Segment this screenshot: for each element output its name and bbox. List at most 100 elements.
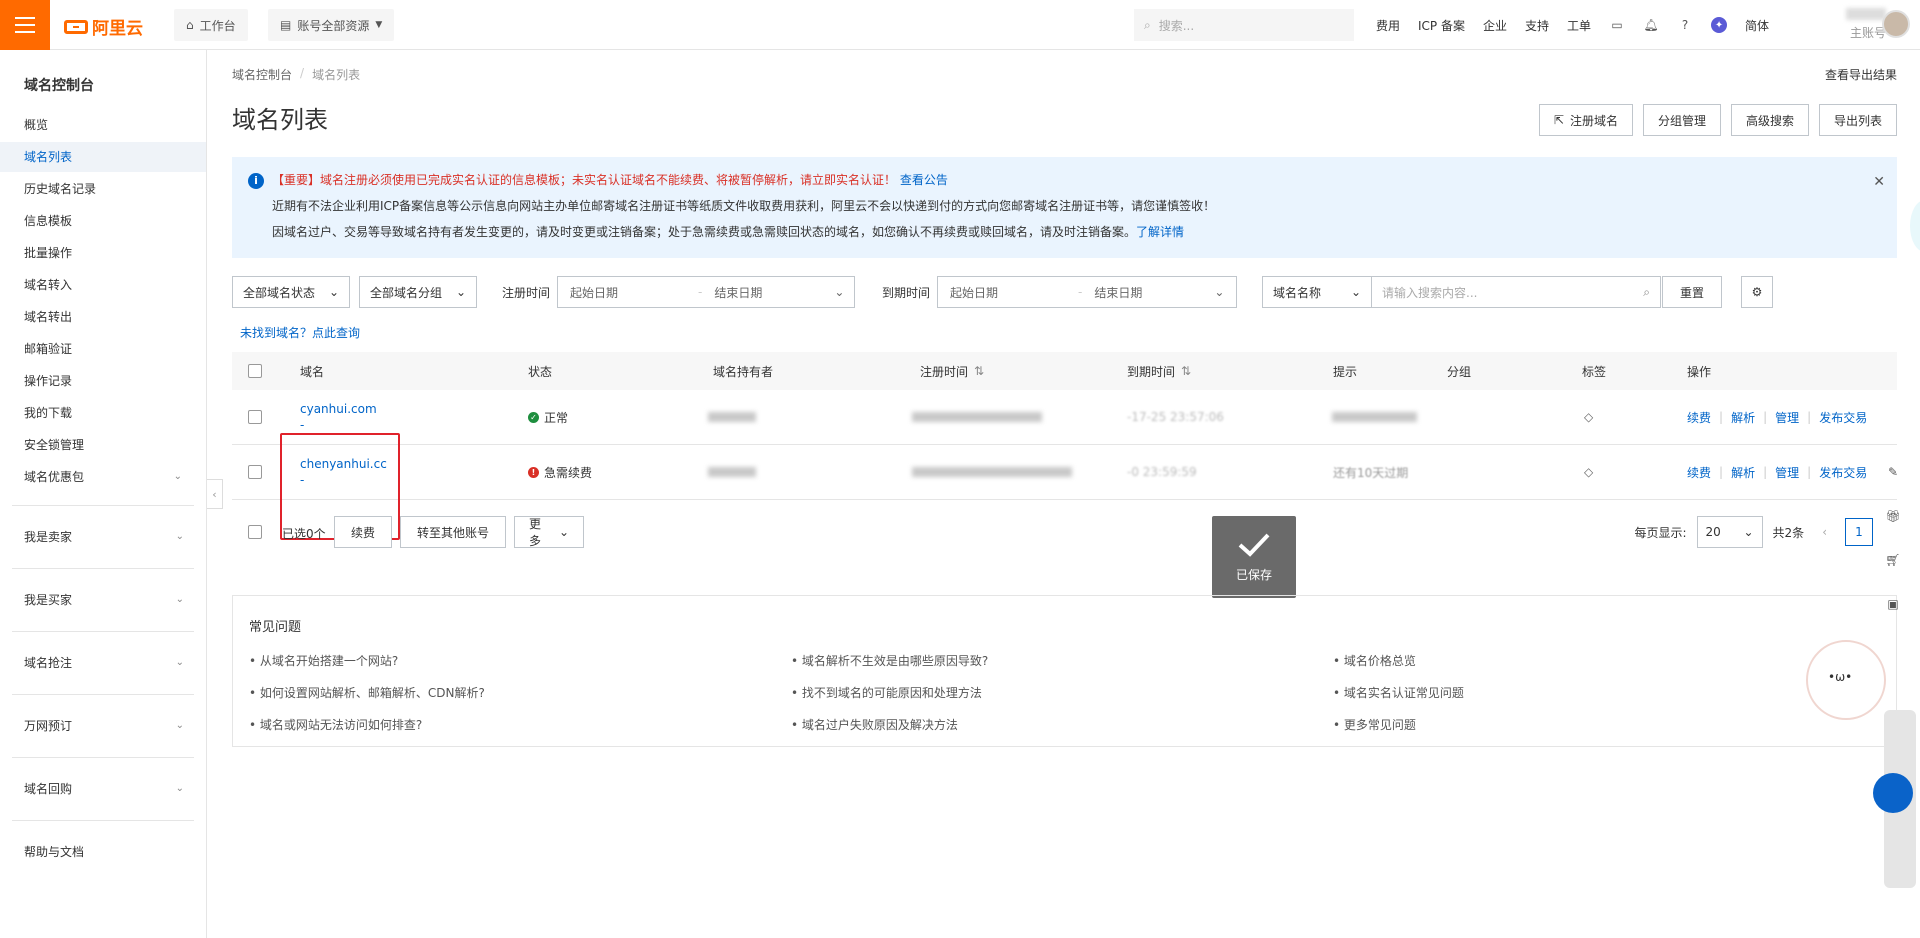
resolve-link[interactable]: 解析: [1731, 464, 1755, 481]
sidebar-group-reserve[interactable]: 万网预订 ⌄: [12, 694, 194, 756]
export-list-button[interactable]: 导出列表: [1818, 104, 1897, 136]
close-icon[interactable]: ✕: [1873, 169, 1885, 195]
resource-selector[interactable]: ▤ 账号全部资源 ▼: [268, 9, 395, 41]
col-ops: 操作: [1687, 364, 1712, 379]
col-reg-time[interactable]: 注册时间 ⇅: [920, 352, 984, 390]
reg-date-range[interactable]: 起始日期 - 结束日期 ⌄: [557, 276, 855, 308]
sidebar-help[interactable]: 帮助与文档: [12, 820, 194, 882]
page-1[interactable]: 1: [1845, 518, 1873, 546]
faq-item[interactable]: • 域名解析不生效是由哪些原因导致?: [791, 652, 988, 669]
resolve-link[interactable]: 解析: [1731, 409, 1755, 426]
publish-trade-link[interactable]: 发布交易: [1819, 464, 1867, 481]
learn-more-link[interactable]: 了解详情: [1136, 225, 1184, 239]
quick-menu-icon[interactable]: [1873, 773, 1913, 813]
sidebar-item-overview[interactable]: 概览: [0, 110, 206, 140]
col-domain: 域名: [300, 364, 325, 379]
bulk-select-checkbox[interactable]: [248, 525, 262, 539]
nav-billing[interactable]: 费用: [1376, 17, 1400, 34]
renew-link[interactable]: 续费: [1687, 409, 1711, 426]
nav-ticket[interactable]: 工单: [1567, 17, 1591, 34]
sidebar-item-downloads[interactable]: 我的下载: [0, 398, 206, 428]
faq-item[interactable]: • 更多常见问题: [1333, 716, 1416, 733]
status-text: 急需续费: [544, 465, 593, 480]
search-icon: ⌕: [1144, 17, 1151, 32]
sidebar-item-transfer-in[interactable]: 域名转入: [0, 270, 206, 300]
sidebar-item-email-verify[interactable]: 邮箱验证: [0, 334, 206, 364]
aliyun-logo[interactable]: 阿里云: [64, 14, 143, 39]
bulk-renew-button[interactable]: 续费: [334, 516, 392, 548]
status-filter[interactable]: 全部域名状态 ⌄: [232, 276, 350, 308]
prev-page-icon[interactable]: ‹: [1814, 525, 1835, 539]
col-tags: 标签: [1582, 364, 1607, 379]
sidebar-item-security-lock[interactable]: 安全锁管理: [0, 430, 206, 460]
sidebar-collapse-handle[interactable]: ‹: [207, 479, 223, 509]
cart-icon[interactable]: 🛒︎: [1879, 546, 1907, 574]
terminal-icon[interactable]: ▭: [1609, 17, 1625, 33]
sidebar-item-operation-log[interactable]: 操作记录: [0, 366, 206, 396]
sidebar-group-buyer[interactable]: 我是买家 ⌄: [12, 568, 194, 630]
row-ops: 续费 | 解析 | 管理 | 发布交易: [1687, 409, 1868, 426]
global-search[interactable]: ⌕ 搜索...: [1134, 9, 1354, 41]
col-exp-time[interactable]: 到期时间 ⇅: [1127, 352, 1191, 390]
row-checkbox[interactable]: [248, 465, 262, 479]
tag-icon[interactable]: ◇: [1584, 445, 1593, 499]
faq-item[interactable]: • 域名价格总览: [1333, 652, 1416, 669]
help-icon[interactable]: ?: [1677, 17, 1693, 33]
manage-link[interactable]: 管理: [1775, 409, 1799, 426]
sidebar-item-history[interactable]: 历史域名记录: [0, 174, 206, 204]
mascot-image[interactable]: [1806, 640, 1886, 720]
sidebar-item-batch[interactable]: 批量操作: [0, 238, 206, 268]
account-info[interactable]: 主账号: [1830, 8, 1886, 42]
sidebar-item-domain-list[interactable]: 域名列表: [0, 142, 206, 172]
bell-icon[interactable]: 🔔︎: [1643, 17, 1659, 33]
view-announcement-link[interactable]: 查看公告: [900, 173, 948, 187]
reset-button[interactable]: 重置: [1662, 276, 1722, 308]
tag-icon[interactable]: ◇: [1584, 390, 1593, 444]
search-field-select[interactable]: 域名名称 ⌄: [1262, 276, 1372, 308]
sidebar-group-buyback[interactable]: 域名回购 ⌄: [12, 757, 194, 819]
group-manage-button[interactable]: 分组管理: [1642, 104, 1721, 136]
faq-item[interactable]: • 域名过户失败原因及解决方法: [791, 716, 958, 733]
nav-icp[interactable]: ICP 备案: [1418, 17, 1465, 34]
faq-item-text: 更多常见问题: [1343, 718, 1416, 732]
nav-support[interactable]: 支持: [1525, 17, 1549, 34]
faq-item[interactable]: • 域名或网站无法访问如何排查?: [249, 716, 422, 733]
nav-enterprise[interactable]: 企业: [1483, 17, 1507, 34]
register-domain-button[interactable]: ⇱ 注册域名: [1538, 104, 1633, 136]
breadcrumb-console[interactable]: 域名控制台: [232, 66, 292, 83]
edit-icon[interactable]: ✎: [1879, 458, 1907, 486]
manage-link[interactable]: 管理: [1775, 464, 1799, 481]
sidebar-item-templates[interactable]: 信息模板: [0, 206, 206, 236]
language-switch[interactable]: 简体: [1745, 17, 1769, 34]
faq-item[interactable]: • 从域名开始搭建一个网站?: [249, 652, 398, 669]
sidebar-item-transfer-out[interactable]: 域名转出: [0, 302, 206, 332]
domain-search-input[interactable]: 请输入搜索内容... ⌕: [1371, 276, 1661, 308]
workbench-button[interactable]: ⌂ 工作台: [174, 9, 248, 41]
exp-date-range[interactable]: 起始日期 - 结束日期 ⌄: [937, 276, 1237, 308]
sidebar-group-snapping[interactable]: 域名抢注 ⌄: [12, 631, 194, 693]
bulk-transfer-button[interactable]: 转至其他账号: [400, 516, 506, 548]
renew-link[interactable]: 续费: [1687, 464, 1711, 481]
per-page-select[interactable]: 20 ⌄: [1696, 516, 1763, 548]
settings-gear-icon[interactable]: ⚙: [1741, 276, 1773, 308]
not-found-query-link[interactable]: 未找到域名？点此查询: [240, 324, 360, 341]
assistant-icon[interactable]: ✦: [1711, 17, 1728, 33]
export-result-link[interactable]: 查看导出结果: [1825, 66, 1897, 83]
publish-trade-link[interactable]: 发布交易: [1819, 409, 1867, 426]
select-all-checkbox[interactable]: [248, 364, 262, 378]
faq-item[interactable]: • 如何设置网站解析、邮箱解析、CDN解析?: [249, 684, 485, 701]
group-filter[interactable]: 全部域名分组 ⌄: [359, 276, 477, 308]
faq-item[interactable]: • 域名实名认证常见问题: [1333, 684, 1464, 701]
domain-link[interactable]: cyanhui.com: [300, 401, 377, 417]
app-icon[interactable]: ▣: [1879, 590, 1907, 618]
avatar[interactable]: [1882, 10, 1910, 38]
bulk-more-button[interactable]: 更多 ⌄: [514, 516, 584, 548]
menu-icon[interactable]: [0, 0, 50, 50]
gift-icon[interactable]: 🎁︎: [1879, 502, 1907, 530]
sidebar-group-seller[interactable]: 我是卖家 ⌄: [12, 505, 194, 567]
advanced-search-button[interactable]: 高级搜索: [1730, 104, 1809, 136]
row-checkbox[interactable]: [248, 410, 262, 424]
faq-item[interactable]: • 找不到域名的可能原因和处理方法: [791, 684, 982, 701]
chevron-down-icon: ⌄: [175, 594, 184, 605]
sidebar-item-discount-pack[interactable]: 域名优惠包 ⌄: [0, 462, 206, 492]
